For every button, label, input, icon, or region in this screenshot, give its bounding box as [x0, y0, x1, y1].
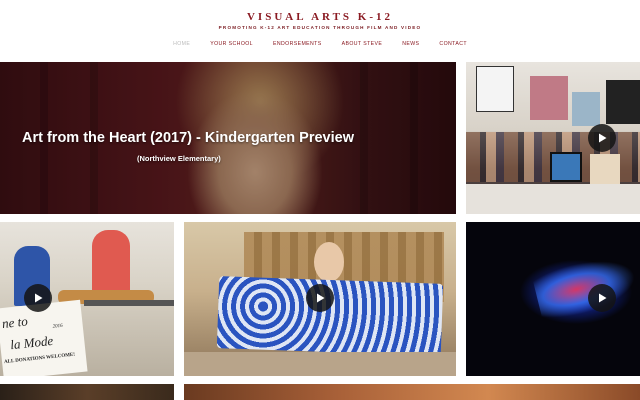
nav-item-home[interactable]: HOME — [171, 40, 192, 48]
nav-item-news[interactable]: NEWS — [400, 40, 421, 48]
sign-text-line: la Mode — [9, 332, 54, 353]
nav-item-about-steve[interactable]: ABOUT STEVE — [340, 40, 385, 48]
display-table — [466, 184, 640, 214]
play-icon — [317, 293, 325, 303]
hero-title[interactable]: Art from the Heart (2017) - Kindergarten… — [22, 130, 354, 146]
play-icon — [599, 133, 607, 143]
site-title[interactable]: VISUAL ARTS K-12 — [0, 11, 640, 23]
hero-video-tile[interactable]: Art from the Heart (2017) - Kindergarten… — [0, 62, 456, 214]
play-button[interactable] — [588, 124, 616, 152]
video-tile-partial[interactable] — [184, 384, 640, 400]
floor — [184, 352, 456, 376]
site-tagline: PROMOTING K-12 ART EDUCATION THROUGH FIL… — [218, 25, 422, 30]
video-tile-kids-fundraiser[interactable]: ne to 2016 la Mode ALL DONATIONS WELCOME… — [0, 222, 174, 376]
site-header: VISUAL ARTS K-12 PROMOTING K-12 ART EDUC… — [0, 0, 640, 62]
presenter-figure — [314, 242, 344, 282]
nav-item-your-school[interactable]: YOUR SCHOOL — [208, 40, 255, 48]
hero-subtitle: (Northview Elementary) — [137, 154, 221, 163]
glowing-fish-artwork — [531, 250, 640, 324]
display-table — [84, 300, 174, 306]
play-icon — [35, 293, 43, 303]
video-tile-glowing-fish[interactable] — [466, 222, 640, 376]
play-button[interactable] — [306, 284, 334, 312]
artwork-thumbnail — [590, 154, 620, 184]
handmade-sign: ne to 2016 la Mode ALL DONATIONS WELCOME… — [0, 299, 88, 376]
artwork-thumbnail — [476, 66, 514, 112]
play-button[interactable] — [588, 284, 616, 312]
video-tile-scarf[interactable] — [184, 222, 456, 376]
main-nav: HOME YOUR SCHOOL ENDORSEMENTS ABOUT STEV… — [0, 40, 640, 48]
video-tile-art-show[interactable] — [466, 62, 640, 214]
sign-text-line: ALL DONATIONS WELCOME! — [3, 352, 76, 366]
artwork-thumbnail — [572, 92, 600, 126]
sign-text-line: 2016 — [52, 323, 63, 330]
artwork-thumbnail — [530, 76, 568, 120]
nav-item-contact[interactable]: CONTACT — [437, 40, 469, 48]
artwork-thumbnail — [550, 152, 582, 182]
video-tile-partial[interactable] — [0, 384, 174, 400]
sign-text-line: ne to — [1, 313, 29, 332]
nav-item-endorsements[interactable]: ENDORSEMENTS — [271, 40, 324, 48]
play-button[interactable] — [24, 284, 52, 312]
play-icon — [599, 293, 607, 303]
artwork-thumbnail — [606, 80, 640, 124]
